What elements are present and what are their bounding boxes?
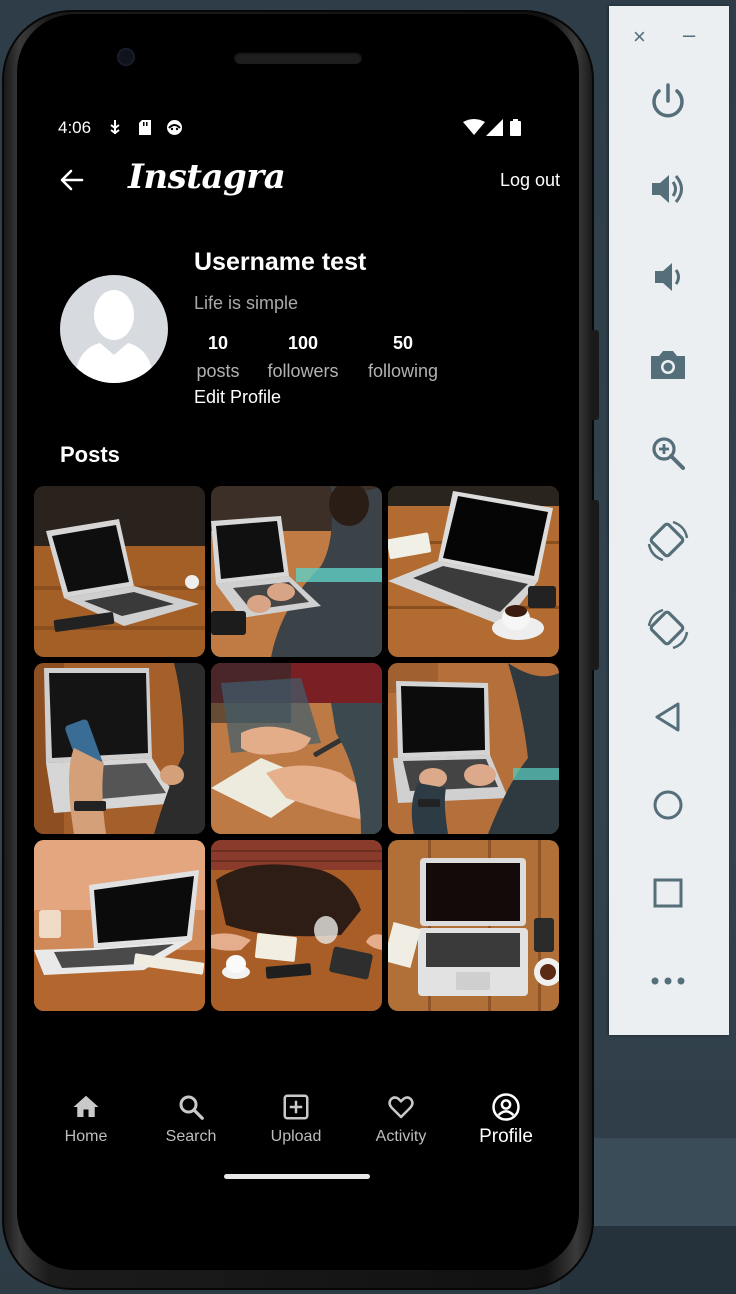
post-image-hands-typing-laptop — [388, 663, 559, 834]
profile-bio: Life is simple — [194, 293, 299, 313]
front-camera — [117, 48, 135, 66]
home-circle-icon — [653, 790, 683, 820]
post-thumbnail[interactable] — [388, 840, 559, 1011]
nav-home[interactable]: Home — [36, 1092, 136, 1146]
emulator-home-button[interactable] — [643, 780, 693, 830]
wifi-icon — [463, 119, 485, 135]
search-icon — [179, 1095, 204, 1120]
profile-username: Username test — [194, 248, 367, 276]
usb-debug-icon — [110, 120, 120, 135]
earpiece-speaker — [234, 52, 362, 64]
screenshot-button[interactable] — [643, 340, 693, 390]
post-thumbnail[interactable] — [211, 840, 382, 1011]
nav-activity[interactable]: Activity — [351, 1092, 451, 1146]
posts-heading: Posts — [60, 442, 120, 467]
phone-screen: 4:06 Instagram Log out — [34, 100, 562, 1190]
post-image-hands-writing-notebook — [211, 663, 382, 834]
sd-card-icon — [139, 120, 151, 135]
battery-icon — [510, 119, 521, 136]
svg-text:Instagram: Instagram — [127, 157, 286, 197]
camera-icon — [651, 351, 685, 379]
stat-followers-value: 100 — [287, 333, 319, 353]
cell-signal-icon — [486, 119, 503, 136]
edit-profile-button[interactable]: Edit Profile — [194, 387, 281, 408]
post-image-hand-holding-phone — [34, 663, 205, 834]
nav-search-label: Search — [165, 1128, 217, 1145]
rotate-left-icon — [647, 520, 689, 562]
stat-posts[interactable]: 10 posts — [194, 333, 242, 382]
post-image-laptop-on-table — [34, 486, 205, 657]
nav-activity-label: Activity — [375, 1128, 427, 1145]
more-options-button[interactable] — [643, 956, 693, 1006]
nav-upload-label: Upload — [270, 1128, 322, 1145]
emulator-back-button[interactable] — [643, 692, 693, 742]
phone-side-button — [592, 500, 599, 670]
app-notification-icon — [167, 120, 182, 135]
power-button[interactable] — [643, 76, 693, 126]
post-thumbnail[interactable] — [388, 663, 559, 834]
posts-grid — [34, 486, 560, 1011]
nav-profile[interactable]: Profile — [456, 1092, 556, 1148]
volume-down-icon — [655, 263, 680, 291]
stat-posts-label: posts — [196, 361, 240, 381]
stat-following-label: following — [367, 361, 439, 381]
volume-up-icon — [652, 175, 683, 203]
rotate-left-button[interactable] — [643, 516, 693, 566]
volume-down-button[interactable] — [643, 252, 693, 302]
more-icon — [651, 977, 685, 985]
zoom-in-icon — [652, 437, 685, 470]
power-icon — [652, 83, 684, 118]
minimize-button[interactable]: – — [683, 22, 695, 48]
emulator-overview-button[interactable] — [643, 868, 693, 918]
close-button[interactable]: × — [633, 24, 646, 50]
gesture-home-indicator[interactable] — [224, 1174, 370, 1179]
post-thumbnail[interactable] — [34, 840, 205, 1011]
status-time: 4:06 — [58, 118, 92, 137]
account-circle-icon — [492, 1093, 520, 1121]
home-icon — [73, 1095, 99, 1117]
post-image-laptop-and-coffee — [388, 486, 559, 657]
overview-icon — [653, 878, 683, 908]
stat-followers[interactable]: 100 followers — [263, 333, 343, 382]
back-arrow-icon[interactable] — [58, 166, 86, 194]
stat-posts-value: 10 — [207, 333, 229, 353]
logout-button[interactable]: Log out — [500, 170, 560, 191]
emulator-toolbar: × – — [609, 6, 729, 1035]
zoom-button[interactable] — [643, 428, 693, 478]
post-image-bag-and-coffee-table — [211, 840, 382, 1011]
post-thumbnail[interactable] — [388, 486, 559, 657]
post-image-laptop-top-view — [388, 840, 559, 1011]
add-box-icon — [283, 1094, 309, 1120]
default-avatar-icon — [74, 290, 154, 383]
post-thumbnail[interactable] — [34, 486, 205, 657]
nav-profile-label: Profile — [479, 1126, 533, 1147]
volume-up-button[interactable] — [643, 164, 693, 214]
bottom-navigation: Home Search Upload Activity Profile — [34, 1092, 562, 1156]
post-thumbnail[interactable] — [211, 663, 382, 834]
stat-followers-label: followers — [267, 361, 339, 381]
status-bar: 4:06 — [58, 118, 538, 138]
post-image-laptop-in-cafe — [34, 840, 205, 1011]
stat-following-value: 50 — [392, 333, 414, 353]
post-image-person-typing-laptop — [211, 486, 382, 657]
avatar[interactable] — [60, 275, 168, 383]
rotate-right-icon — [647, 608, 689, 650]
instagram-logo: Instagram — [127, 157, 286, 197]
stat-following[interactable]: 50 following — [363, 333, 443, 382]
rotate-right-button[interactable] — [643, 604, 693, 654]
post-thumbnail[interactable] — [34, 663, 205, 834]
nav-upload[interactable]: Upload — [246, 1092, 346, 1146]
post-thumbnail[interactable] — [211, 486, 382, 657]
nav-search[interactable]: Search — [141, 1092, 241, 1146]
phone-volume-button — [592, 330, 599, 420]
heart-icon — [388, 1096, 414, 1119]
nav-home-label: Home — [64, 1128, 108, 1145]
back-icon — [655, 702, 680, 732]
